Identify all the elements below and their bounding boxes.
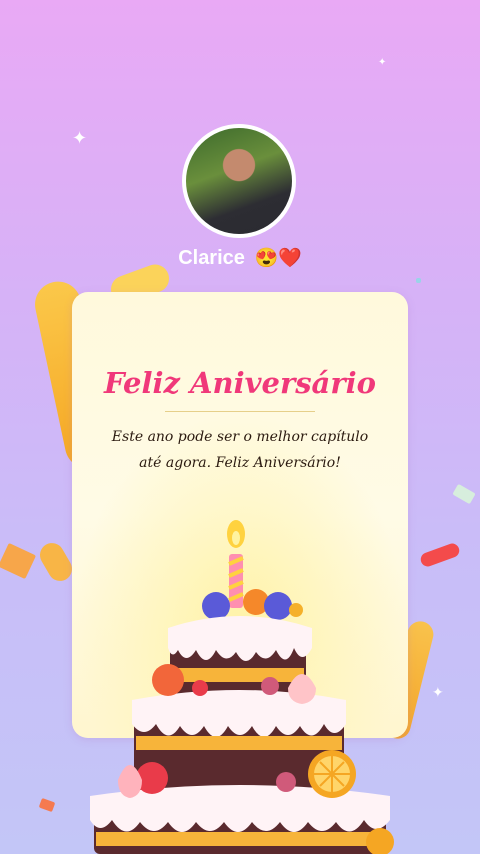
confetti bbox=[35, 538, 77, 586]
sparkle-icon: ✦ bbox=[432, 685, 444, 701]
confetti bbox=[416, 278, 421, 283]
candle-icon bbox=[227, 520, 245, 608]
birthday-cake-icon bbox=[90, 520, 394, 854]
profile-name-text: Clarice bbox=[178, 247, 245, 269]
card-title: Feliz Aniversário bbox=[104, 366, 376, 400]
profile-emojis: 😍❤️ bbox=[254, 248, 302, 269]
confetti bbox=[452, 483, 476, 505]
title-divider bbox=[165, 411, 315, 412]
confetti bbox=[38, 797, 56, 813]
card-message: Este ano pode ser o melhor capítulo até … bbox=[111, 429, 369, 471]
confetti bbox=[0, 542, 37, 580]
sparkle-icon: ✦ bbox=[378, 57, 387, 68]
avatar[interactable] bbox=[182, 124, 296, 238]
confetti bbox=[418, 541, 462, 569]
sparkle-icon: ✦ bbox=[72, 128, 88, 149]
profile-name: Clarice 😍❤️ bbox=[0, 246, 480, 270]
